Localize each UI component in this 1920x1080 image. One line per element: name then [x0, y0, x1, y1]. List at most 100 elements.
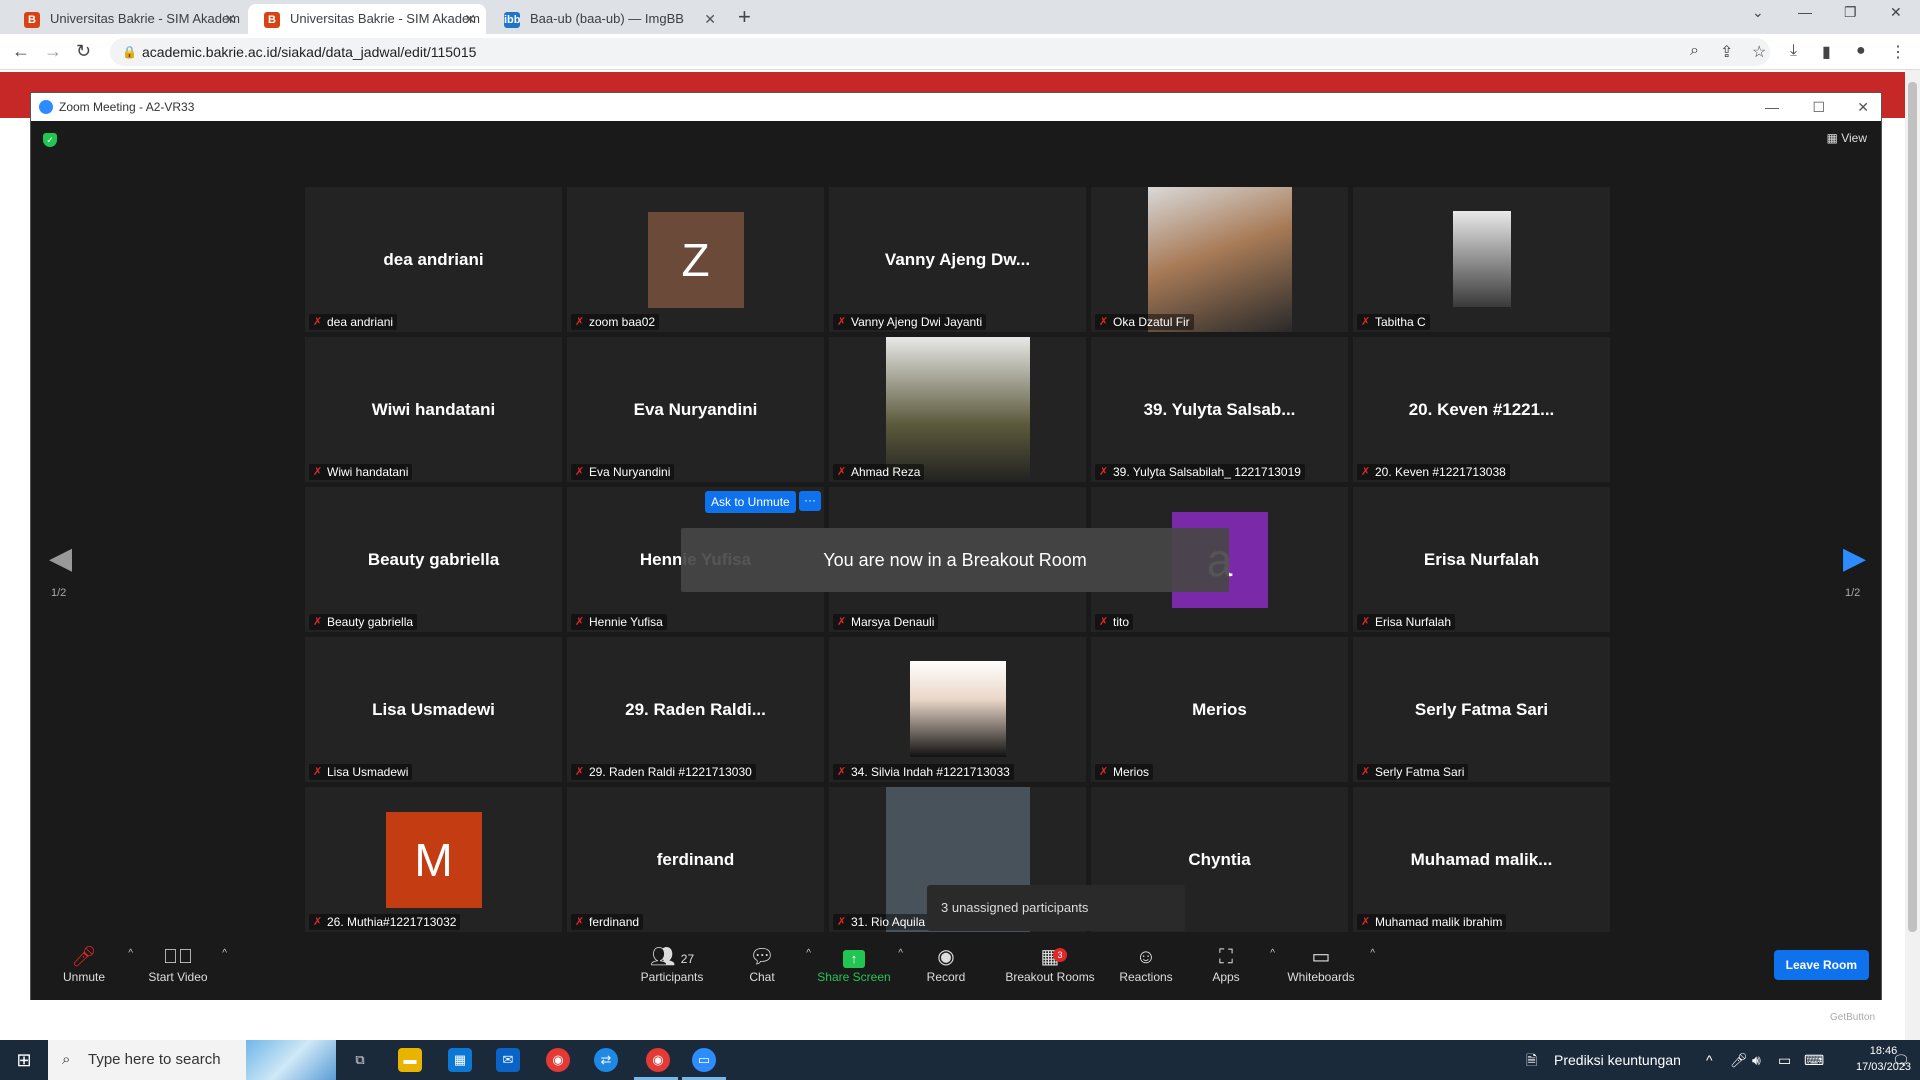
- side-panel-icon[interactable]: ▮: [1822, 42, 1831, 62]
- record-button[interactable]: ◉ Record: [901, 944, 991, 984]
- participant-display-name: dea andriani: [383, 250, 484, 269]
- participant-name-label: ✗ Beauty gabriella: [309, 614, 418, 630]
- participant-name-label: ✗ 26. Muthia#1221713032: [309, 914, 461, 930]
- zoom-close-icon[interactable]: ✕: [1857, 93, 1869, 121]
- chat-bubble-icon: 💬︎: [749, 946, 775, 968]
- zoom-icon[interactable]: ⌕: [1690, 42, 1699, 60]
- participant-tile[interactable]: dea andriani ✗ dea andriani: [305, 187, 562, 332]
- close-icon[interactable]: ✕: [464, 4, 476, 34]
- zoom-app-icon[interactable]: ▭: [692, 1048, 716, 1072]
- bookmark-star-icon[interactable]: ☆: [1752, 42, 1766, 62]
- browser-tab-2[interactable]: B Universitas Bakrie - SIM Akadem ✕: [248, 4, 486, 34]
- language-icon[interactable]: ⌨: [1804, 1040, 1824, 1080]
- view-button[interactable]: ▦ View: [1827, 131, 1867, 145]
- windows-taskbar: ⊞ ⌕ Type here to search ⧉ ▬ ▦ ✉ ◉ ⇄ ◉ ▭ …: [0, 1040, 1920, 1080]
- restore-icon[interactable]: ❐: [1844, 4, 1857, 21]
- taskbar-search-field[interactable]: ⌕ Type here to search: [48, 1040, 336, 1080]
- participant-tile[interactable]: 20. Keven #1221... ✗ 20. Keven #1221713038: [1353, 337, 1610, 482]
- chevron-up-icon[interactable]: ^: [222, 948, 227, 959]
- chrome-icon[interactable]: ◉: [546, 1048, 570, 1072]
- url-field[interactable]: 🔒 academic.bakrie.ac.id/siakad/data_jadw…: [110, 38, 1770, 66]
- mail-icon[interactable]: ✉: [496, 1048, 520, 1072]
- participant-tile[interactable]: ✗ Oka Dzatul Fir: [1091, 187, 1348, 332]
- close-icon[interactable]: ✕: [704, 4, 716, 34]
- menu-icon[interactable]: ⋮: [1890, 42, 1906, 62]
- document-icon[interactable]: 🗎︎: [1526, 1040, 1537, 1080]
- share-screen-button[interactable]: ↑ Share Screen ^: [809, 944, 903, 984]
- apps-button[interactable]: ⛶ Apps ^: [1181, 944, 1275, 984]
- minimize-icon[interactable]: —: [1798, 4, 1812, 20]
- reactions-button[interactable]: ☺︎ Reactions: [1101, 944, 1191, 984]
- forward-icon[interactable]: →: [44, 41, 62, 62]
- search-icon: ⌕: [62, 1051, 71, 1068]
- participant-tile[interactable]: ✗ Ahmad Reza: [829, 337, 1086, 482]
- ask-to-unmute-button[interactable]: Ask to Unmute: [705, 491, 796, 513]
- participant-tile[interactable]: Z ✗ zoom baa02: [567, 187, 824, 332]
- participant-name-text: 34. Silvia Indah #1221713033: [851, 765, 1010, 779]
- chat-button[interactable]: 💬︎ Chat ^: [717, 944, 811, 984]
- participant-name-text: 29. Raden Raldi #1221713030: [589, 765, 752, 779]
- leave-room-button[interactable]: Leave Room: [1773, 950, 1869, 980]
- participant-tile[interactable]: Wiwi handatani ✗ Wiwi handatani: [305, 337, 562, 482]
- close-icon[interactable]: ✕: [224, 4, 236, 34]
- previous-page-arrow-icon[interactable]: ◀: [49, 541, 72, 576]
- windows-start-icon[interactable]: ⊞: [0, 1040, 48, 1080]
- file-explorer-icon[interactable]: ▬: [398, 1048, 422, 1072]
- participant-tile[interactable]: ✗ Tabitha C: [1353, 187, 1610, 332]
- participant-tile[interactable]: Vanny Ajeng Dw... ✗ Vanny Ajeng Dwi Jayant…: [829, 187, 1086, 332]
- participant-name-text: 31. Rio Aquila: [851, 915, 926, 929]
- chevron-up-icon[interactable]: ^: [1370, 948, 1375, 959]
- participants-button[interactable]: 👥︎ 27 Participants: [627, 944, 717, 984]
- browser-tab-1[interactable]: B Universitas Bakrie - SIM Akadem ✕: [8, 4, 246, 34]
- teamviewer-icon[interactable]: ⇄: [594, 1048, 618, 1072]
- zoom-minimize-icon[interactable]: —: [1765, 93, 1779, 121]
- notification-app-label[interactable]: Prediksi keuntungan: [1554, 1040, 1681, 1080]
- scrollbar-thumb[interactable]: [1908, 82, 1917, 932]
- participant-tile[interactable]: Muhamad malik... ✗ Muhamad malik ibrahim: [1353, 787, 1610, 932]
- back-icon[interactable]: ←: [12, 41, 30, 62]
- participant-tile[interactable]: Lisa Usmadewi ✗ Lisa Usmadewi: [305, 637, 562, 782]
- whiteboards-button[interactable]: ▭ Whiteboards ^: [1271, 944, 1375, 984]
- participant-tile[interactable]: M ✗ 26. Muthia#1221713032: [305, 787, 562, 932]
- participant-tile[interactable]: Merios ✗ Merios: [1091, 637, 1348, 782]
- share-screen-icon: ↑: [809, 944, 899, 970]
- store-icon[interactable]: ▦: [448, 1048, 472, 1072]
- browser-tab-3[interactable]: ibb Baa-ub (baa-ub) — ImgBB ✕: [488, 4, 726, 34]
- participant-tile[interactable]: Serly Fatma Sari ✗ Serly Fatma Sari: [1353, 637, 1610, 782]
- close-window-icon[interactable]: ✕: [1890, 4, 1902, 21]
- notification-center-icon[interactable]: 🗨︎: [1892, 1040, 1910, 1080]
- reload-icon[interactable]: ↻: [76, 41, 91, 62]
- participant-tile[interactable]: 29. Raden Raldi... ✗ 29. Raden Raldi #1221…: [567, 637, 824, 782]
- tab-search-icon[interactable]: ⌄: [1752, 4, 1764, 21]
- security-shield-icon[interactable]: ✓: [43, 133, 57, 147]
- microphone-icon[interactable]: 🎤︎: [1730, 1040, 1748, 1080]
- participant-tile[interactable]: Beauty gabriella ✗ Beauty gabriella: [305, 487, 562, 632]
- volume-icon[interactable]: 🔊︎: [1752, 1040, 1761, 1080]
- zoom-maximize-icon[interactable]: ☐: [1812, 93, 1825, 121]
- breakout-rooms-icon: ▦: [1040, 946, 1060, 968]
- share-screen-label: Share Screen: [817, 970, 891, 984]
- unmute-button[interactable]: 🎤︎ Unmute ^: [39, 944, 133, 984]
- participant-tile[interactable]: Erisa Nurfalah ✗ Erisa Nurfalah: [1353, 487, 1610, 632]
- new-tab-button[interactable]: +: [738, 4, 751, 30]
- next-page-arrow-icon[interactable]: ▶: [1843, 541, 1866, 576]
- profile-icon[interactable]: ●: [1856, 42, 1866, 60]
- participant-name-label: ✗ Oka Dzatul Fir: [1095, 314, 1194, 330]
- network-icon[interactable]: ▭: [1778, 1040, 1791, 1080]
- participant-name-label: ✗ 39. Yulyta Salsabilah_ 1221713019: [1095, 464, 1305, 480]
- start-video-label: Start Video: [148, 970, 208, 984]
- participant-avatar: M: [385, 811, 482, 908]
- apps-icon: ⛶: [1219, 946, 1233, 968]
- tile-more-options-button[interactable]: ···: [799, 491, 821, 511]
- download-icon[interactable]: ⤓: [1790, 42, 1797, 60]
- chrome-profile-icon[interactable]: ◉: [646, 1048, 670, 1072]
- participant-tile[interactable]: ferdinand ✗ ferdinand: [567, 787, 824, 932]
- start-video-button[interactable]: ▭⃠ Start Video ^: [133, 944, 227, 984]
- task-view-icon[interactable]: ⧉: [348, 1048, 372, 1072]
- share-icon[interactable]: ⇪: [1720, 42, 1733, 62]
- participant-tile[interactable]: ✗ 34. Silvia Indah #1221713033: [829, 637, 1086, 782]
- breakout-rooms-button[interactable]: ▦ 3 Breakout Rooms: [999, 944, 1101, 984]
- tray-chevron-icon[interactable]: ^: [1706, 1040, 1713, 1080]
- participant-tile[interactable]: Eva Nuryandini ✗ Eva Nuryandini: [567, 337, 824, 482]
- participant-tile[interactable]: 39. Yulyta Salsab... ✗ 39. Yulyta Salsabil…: [1091, 337, 1348, 482]
